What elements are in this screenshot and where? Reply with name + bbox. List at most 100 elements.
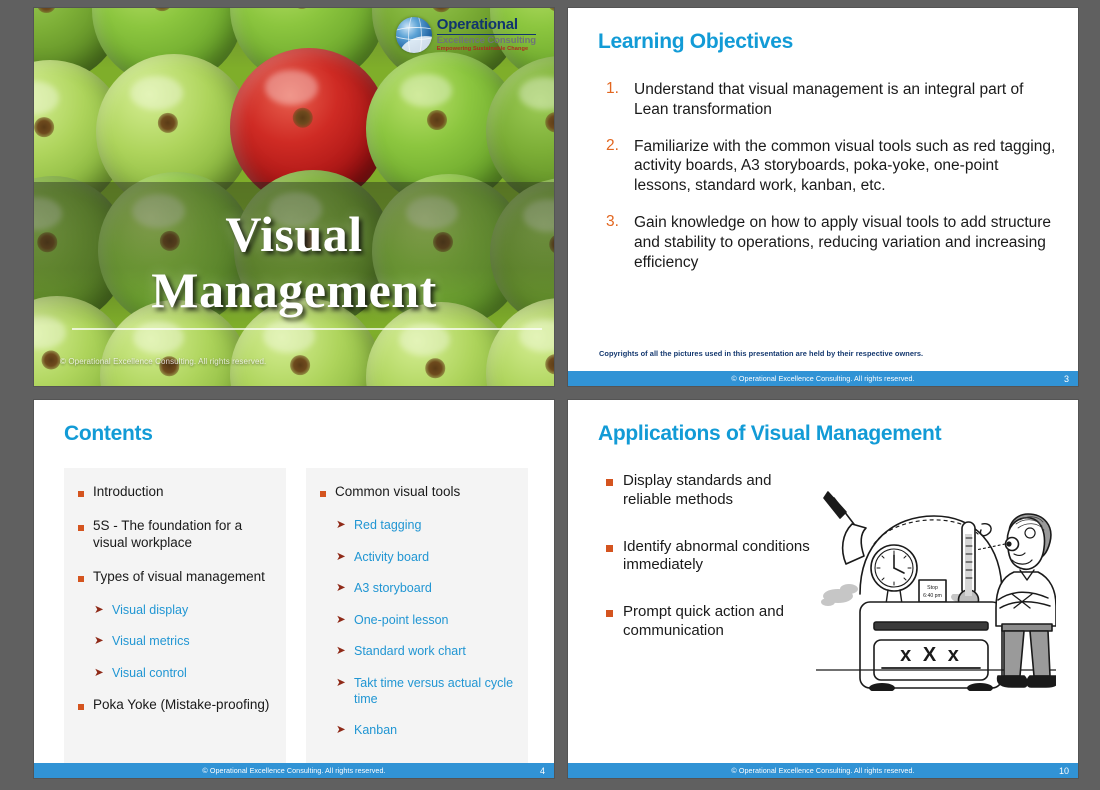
list-item: Common visual tools	[320, 484, 514, 501]
footer-text: © Operational Excellence Consulting. All…	[731, 374, 915, 383]
list-item: Introduction	[78, 484, 272, 501]
item-text: Visual display	[112, 602, 189, 617]
list-item: ➤ Takt time versus actual cycle time	[336, 676, 514, 707]
square-bullet-icon	[78, 524, 84, 531]
item-number: 2.	[606, 136, 619, 154]
list-item: Poka Yoke (Mistake-proofing)	[78, 697, 272, 714]
objectives-list: 1. Understand that visual management is …	[606, 80, 1056, 273]
slide-title[interactable]: Operational Excellence Consulting Empowe…	[34, 8, 554, 386]
page-number: 10	[1058, 765, 1069, 776]
list-item: 5S - The foundation for a visual workpla…	[78, 518, 272, 552]
item-text: Display standards and reliable methods	[623, 472, 772, 508]
footer-text: © Operational Excellence Consulting. All…	[202, 766, 386, 775]
slide-footer: © Operational Excellence Consulting. All…	[568, 763, 1078, 778]
list-item: Types of visual management	[78, 569, 272, 586]
contents-left-panel: Introduction 5S - The foundation for a v…	[64, 468, 286, 773]
list-item: ➤ One-point lesson	[336, 613, 514, 629]
list-item: Identify abnormal conditions immediately	[606, 538, 810, 576]
arrow-bullet-icon: ➤	[336, 613, 346, 626]
item-number: 3.	[606, 213, 619, 231]
item-text: Kanban	[354, 723, 398, 738]
arrow-bullet-icon: ➤	[336, 582, 346, 595]
item-text: Visual control	[112, 665, 187, 680]
slide-deck: Operational Excellence Consulting Empowe…	[0, 0, 1100, 790]
square-bullet-icon	[606, 544, 613, 552]
footer-text: © Operational Excellence Consulting. All…	[731, 766, 915, 775]
list-item: ➤ Red tagging	[336, 518, 514, 534]
square-bullet-icon	[78, 491, 84, 497]
title-copyright: © Operational Excellence Consulting. All…	[60, 357, 267, 366]
visual-management-illustration: Stop 6:40 pm x X x	[816, 472, 1056, 691]
arrow-bullet-icon: ➤	[336, 550, 346, 563]
page-number: 3	[1063, 373, 1069, 384]
list-item: ➤ Visual control	[94, 666, 272, 682]
logo-line-1: Operational	[436, 17, 536, 35]
item-text: Takt time versus actual cycle time	[354, 676, 514, 706]
logo-tagline: Empowering Sustainable Change	[436, 45, 529, 52]
item-text: Prompt quick action and communication	[623, 603, 784, 639]
page-title: Contents	[64, 422, 153, 445]
list-item: Prompt quick action and communication	[606, 603, 810, 641]
arrow-bullet-icon: ➤	[336, 518, 346, 531]
item-text: Types of visual management	[93, 568, 265, 584]
title-divider	[72, 328, 542, 330]
list-item: 2. Familiarize with the common visual to…	[606, 137, 1056, 196]
slide-applications[interactable]: Applications of Visual Management Displa…	[568, 400, 1078, 778]
arrow-bullet-icon: ➤	[336, 677, 346, 689]
slide-contents[interactable]: Contents Introduction 5S - The foundatio…	[34, 400, 554, 778]
title-line-1: Visual	[225, 206, 363, 262]
page-number: 4	[539, 765, 545, 776]
square-bullet-icon	[606, 610, 613, 617]
slide-footer: © Operational Excellence Consulting. All…	[568, 371, 1078, 386]
list-item: ➤ Activity board	[336, 550, 514, 566]
item-text: Poka Yoke (Mistake-proofing)	[93, 697, 270, 713]
slide-footer: © Operational Excellence Consulting. All…	[34, 763, 554, 778]
list-item: ➤ Standard work chart	[336, 644, 514, 660]
page-title: Learning Objectives	[598, 30, 794, 53]
arrow-bullet-icon: ➤	[94, 635, 104, 648]
item-text: 5S - The foundation for a visual workpla…	[93, 517, 243, 550]
item-text: Familiarize with the common visual tools…	[634, 137, 1056, 195]
item-text: Identify abnormal conditions immediately	[623, 537, 810, 574]
item-text: Activity board	[354, 549, 430, 564]
globe-icon	[395, 17, 432, 53]
machine-operator-drawing: Stop 6:40 pm x X x	[816, 491, 1056, 691]
arrow-bullet-icon: ➤	[94, 666, 104, 679]
item-text: Standard work chart	[354, 644, 466, 659]
item-text: Common visual tools	[335, 484, 461, 499]
square-bullet-icon	[606, 479, 613, 486]
list-item: ➤ A3 storyboard	[336, 581, 514, 597]
item-text: A3 storyboard	[354, 581, 432, 596]
list-item: Display standards and reliable methods	[606, 472, 810, 510]
sign-line-2: 6:40 pm	[923, 593, 942, 599]
square-bullet-icon	[78, 704, 84, 711]
square-bullet-icon	[320, 491, 326, 497]
page-title: Applications of Visual Management	[598, 422, 942, 445]
list-item: 1. Understand that visual management is …	[606, 80, 1056, 120]
list-item: 3. Gain knowledge on how to apply visual…	[606, 213, 1056, 272]
sign-line-1: Stop	[927, 585, 938, 591]
item-text: Red tagging	[354, 517, 422, 532]
list-item: ➤ Kanban	[336, 723, 514, 739]
item-text: Gain knowledge on how to apply visual to…	[634, 214, 1052, 271]
square-bullet-icon	[78, 575, 84, 582]
item-text: One-point lesson	[354, 612, 449, 627]
arrow-bullet-icon: ➤	[336, 645, 346, 658]
applications-list: Display standards and reliable methods I…	[598, 472, 810, 691]
item-number: 1.	[606, 80, 619, 97]
item-text: Understand that visual management is an …	[634, 81, 1024, 118]
list-item: ➤ Visual metrics	[94, 634, 272, 650]
list-item: ➤ Visual display	[94, 603, 272, 619]
company-logo: Operational Excellence Consulting Empowe…	[392, 14, 540, 56]
title-line-2: Management	[151, 262, 437, 318]
item-text: Introduction	[93, 484, 164, 499]
arrow-bullet-icon: ➤	[94, 603, 104, 616]
machine-display-text: x X x	[900, 644, 962, 666]
contents-right-panel: Common visual tools ➤ Red tagging ➤ Activi…	[306, 468, 528, 773]
item-text: Visual metrics	[112, 634, 190, 649]
logo-line-2: Excellence Consulting	[436, 34, 536, 46]
arrow-bullet-icon: ➤	[336, 724, 346, 737]
copyright-note: Copyrights of all the pictures used in t…	[599, 349, 924, 358]
slide-learning-objectives[interactable]: Learning Objectives 1. Understand that v…	[568, 8, 1078, 386]
presentation-title: Visual Management	[34, 206, 554, 318]
